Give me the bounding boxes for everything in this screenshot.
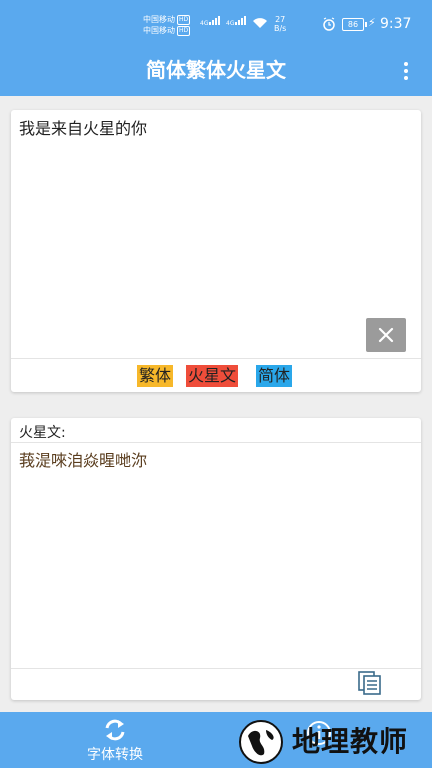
carrier-info: 中国移动 HD 中国移动 HD bbox=[143, 14, 191, 36]
clock: 9:37 bbox=[380, 16, 412, 32]
result-label: 火星文: bbox=[19, 425, 66, 441]
hd-badge: HD bbox=[177, 14, 191, 25]
more-options-button[interactable] bbox=[396, 60, 416, 82]
network-type-2: 4G bbox=[226, 20, 235, 27]
globe-logo-icon bbox=[239, 720, 283, 764]
net-speed-value: 27 bbox=[275, 15, 286, 24]
input-textarea[interactable]: 我是来自火星的你 bbox=[19, 118, 411, 354]
traditional-button[interactable]: 繁体 bbox=[137, 365, 174, 387]
net-speed-unit: B/s bbox=[274, 24, 287, 33]
carrier-1: 中国移动 bbox=[143, 15, 175, 24]
result-card: 火星文: 莪湜唻洎焱暒哋沵 bbox=[11, 418, 421, 700]
watermark-text: 地理教师 bbox=[292, 725, 409, 758]
divider bbox=[11, 358, 421, 359]
hd-badge-2: HD bbox=[177, 25, 191, 36]
result-text[interactable]: 莪湜唻洎焱暒哋沵 bbox=[19, 450, 411, 472]
signal-2-icon: 4G bbox=[226, 16, 247, 27]
watermark: 地理教师 bbox=[236, 716, 428, 766]
refresh-icon bbox=[105, 719, 125, 741]
alarm-icon bbox=[323, 17, 335, 31]
battery-indicator: 86 bbox=[342, 18, 367, 31]
wifi-icon bbox=[253, 18, 267, 28]
nav-font-convert-label: 字体转换 bbox=[87, 747, 143, 763]
input-card: 我是来自火星的你 繁体 火星文 简体 bbox=[11, 110, 421, 392]
app-title: 简体繁体火星文 bbox=[146, 58, 286, 82]
clear-button[interactable] bbox=[366, 318, 406, 352]
divider bbox=[11, 668, 421, 669]
simplified-button[interactable]: 简体 bbox=[256, 365, 293, 387]
martian-button[interactable]: 火星文 bbox=[186, 365, 239, 387]
signal-1-icon: 4G bbox=[200, 16, 221, 27]
nav-font-convert[interactable]: 字体转换 bbox=[70, 712, 160, 768]
status-bar: 中国移动 HD 中国移动 HD 4G 4G 27 B/s 86 ⚡ 9:37 bbox=[0, 0, 432, 46]
divider bbox=[11, 442, 421, 443]
copy-icon bbox=[358, 671, 381, 695]
copy-button[interactable] bbox=[357, 670, 383, 696]
net-speed: 27 B/s bbox=[274, 15, 286, 33]
carrier-2: 中国移动 bbox=[143, 26, 175, 35]
app-bar: 简体繁体火星文 bbox=[0, 46, 432, 96]
close-icon bbox=[378, 327, 394, 343]
charging-icon: ⚡ bbox=[368, 16, 376, 29]
network-type-1: 4G bbox=[200, 20, 209, 27]
